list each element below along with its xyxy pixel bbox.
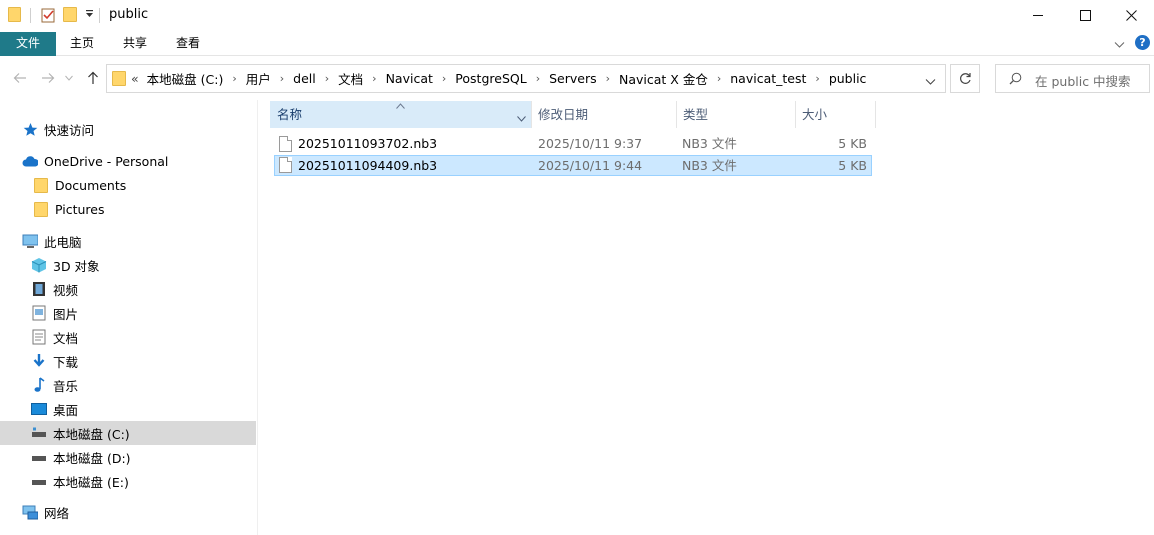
new-folder-icon[interactable] — [63, 7, 77, 22]
breadcrumb-item[interactable]: PostgreSQL — [455, 71, 526, 86]
video-icon — [31, 281, 47, 297]
breadcrumb: « 本地磁盘 (C:) › 用户 › dell › 文档 › Navicat › Post… — [131, 69, 867, 88]
folder-icon — [112, 71, 126, 86]
nav-item-pictures-lib[interactable]: 图片 — [0, 301, 256, 325]
tab-view[interactable]: 查看 — [163, 32, 213, 56]
breadcrumb-item[interactable]: Servers — [549, 71, 597, 86]
breadcrumb-item[interactable]: public — [829, 71, 867, 86]
nav-item-drive-c[interactable]: 本地磁盘 (C:) — [0, 421, 256, 445]
nav-item-documents-lib[interactable]: 文档 — [0, 325, 256, 349]
music-icon — [31, 377, 47, 393]
file-icon — [279, 157, 292, 173]
download-icon — [31, 353, 47, 369]
nav-item-3d-objects[interactable]: 3D 对象 — [0, 253, 256, 277]
file-name: 20251011094409.nb3 — [298, 158, 438, 173]
file-size: 5 KB — [838, 136, 867, 151]
nav-item-onedrive[interactable]: OneDrive - Personal — [0, 149, 256, 173]
nav-item-downloads[interactable]: 下载 — [0, 349, 256, 373]
refresh-icon — [959, 73, 971, 84]
breadcrumb-item[interactable]: Navicat X 金仓 — [619, 69, 708, 88]
title-bar: public — [0, 0, 1154, 32]
tab-file[interactable]: 文件 — [0, 32, 56, 56]
drive-icon — [31, 473, 47, 489]
star-icon — [22, 121, 38, 137]
desktop-icon — [31, 401, 47, 417]
network-icon — [22, 504, 38, 520]
address-dropdown-icon[interactable] — [925, 75, 936, 89]
nav-item-pictures[interactable]: Pictures — [0, 197, 256, 221]
nav-item-drive-d[interactable]: 本地磁盘 (D:) — [0, 445, 256, 469]
folder-icon — [33, 177, 49, 193]
address-bar[interactable]: « 本地磁盘 (C:) › 用户 › dell › 文档 › Navicat › Post… — [106, 64, 946, 93]
folder-icon — [33, 201, 49, 217]
properties-icon[interactable] — [41, 7, 56, 23]
column-header-modified[interactable]: 修改日期 — [531, 101, 676, 128]
ribbon: 文件 主页 共享 查看 ? — [0, 32, 1154, 56]
chevron-down-icon[interactable] — [1114, 38, 1125, 52]
drive-icon — [31, 449, 47, 465]
search-placeholder: 在 public 中搜索 — [1035, 74, 1131, 89]
forward-icon[interactable] — [37, 66, 59, 90]
breadcrumb-item[interactable]: 文档 — [338, 69, 363, 88]
window-title: public — [109, 7, 149, 22]
column-filter-icon[interactable] — [517, 111, 526, 125]
breadcrumb-item[interactable]: 本地磁盘 (C:) — [147, 69, 224, 88]
help-icon[interactable]: ? — [1135, 35, 1150, 50]
drive-icon — [31, 425, 47, 441]
back-icon[interactable] — [9, 66, 31, 90]
column-header-size[interactable]: 大小 — [795, 101, 875, 128]
file-icon — [279, 136, 292, 152]
breadcrumb-item[interactable]: dell — [293, 71, 316, 86]
tab-share[interactable]: 共享 — [110, 32, 160, 56]
nav-item-this-pc[interactable]: 此电脑 — [0, 229, 256, 253]
breadcrumb-item[interactable]: Navicat — [386, 71, 433, 86]
nav-item-documents[interactable]: Documents — [0, 173, 256, 197]
nav-item-network[interactable]: 网络 — [0, 500, 256, 524]
table-row[interactable]: 20251011094409.nb3 2025/10/11 9:44 NB3 文… — [274, 155, 872, 176]
cloud-icon — [22, 153, 38, 169]
nav-item-desktop[interactable]: 桌面 — [0, 397, 256, 421]
file-modified: 2025/10/11 9:37 — [538, 136, 643, 151]
up-icon[interactable] — [82, 66, 104, 90]
customize-toolbar-icon[interactable] — [85, 9, 94, 19]
file-modified: 2025/10/11 9:44 — [538, 158, 643, 173]
nav-item-videos[interactable]: 视频 — [0, 277, 256, 301]
refresh-button[interactable] — [950, 64, 980, 93]
maximize-icon[interactable] — [1062, 0, 1108, 30]
table-row[interactable]: 20251011093702.nb3 2025/10/11 9:37 NB3 文… — [274, 134, 872, 155]
file-size: 5 KB — [838, 158, 867, 173]
tab-home[interactable]: 主页 — [57, 32, 107, 56]
close-icon[interactable] — [1108, 0, 1154, 30]
column-header-type[interactable]: 类型 — [676, 101, 795, 128]
documents-icon — [31, 329, 47, 345]
search-icon — [1009, 72, 1022, 88]
nav-item-drive-e[interactable]: 本地磁盘 (E:) — [0, 469, 256, 493]
folder-icon — [8, 7, 21, 22]
sort-ascending-icon — [396, 98, 405, 112]
recent-locations-icon[interactable] — [62, 66, 76, 90]
file-name: 20251011093702.nb3 — [298, 136, 438, 151]
nav-item-music[interactable]: 音乐 — [0, 373, 256, 397]
file-type: NB3 文件 — [682, 158, 737, 173]
pc-icon — [22, 233, 38, 249]
pictures-icon — [31, 305, 47, 321]
nav-item-quick-access[interactable]: 快速访问 — [0, 117, 256, 141]
file-type: NB3 文件 — [682, 136, 737, 151]
cube-icon — [31, 257, 47, 273]
breadcrumb-overflow[interactable]: « — [131, 71, 139, 86]
breadcrumb-item[interactable]: navicat_test — [730, 71, 806, 86]
breadcrumb-item[interactable]: 用户 — [246, 69, 271, 88]
minimize-icon[interactable] — [1015, 0, 1061, 30]
search-input[interactable]: 在 public 中搜索 — [995, 64, 1150, 93]
